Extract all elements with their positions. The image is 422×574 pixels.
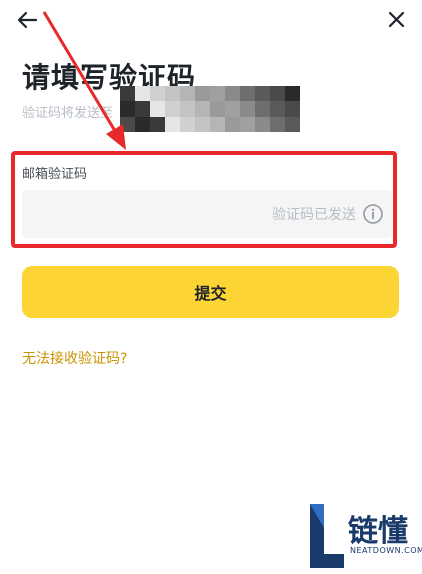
watermark-text: 链懂	[348, 514, 408, 549]
mosaic-cell	[180, 86, 195, 102]
mosaic-cell	[120, 86, 135, 102]
mosaic-cell	[240, 101, 255, 117]
mosaic-cell	[210, 86, 225, 102]
mosaic-cell	[120, 101, 135, 117]
info-icon[interactable]	[362, 203, 384, 225]
mosaic-cell	[135, 86, 150, 102]
close-button[interactable]	[382, 8, 410, 32]
mosaic-cell	[180, 101, 195, 117]
mosaic-cell	[240, 86, 255, 102]
mosaic-cell	[240, 116, 255, 132]
mosaic-cell	[285, 101, 300, 117]
l-logo-icon	[310, 504, 344, 568]
submit-button[interactable]: 提交	[22, 266, 399, 318]
mosaic-cell	[255, 116, 270, 132]
mosaic-cell	[165, 86, 180, 102]
mosaic-cell	[180, 116, 195, 132]
mosaic-cell	[270, 101, 285, 117]
mosaic-cell	[165, 101, 180, 117]
mosaic-cell	[150, 86, 165, 102]
mosaic-cell	[255, 86, 270, 102]
email-code-input[interactable]: 验证码已发送	[22, 190, 392, 238]
mosaic-cell	[165, 116, 180, 132]
mosaic-cell	[285, 86, 300, 102]
mosaic-cell	[195, 101, 210, 117]
mosaic-cell	[135, 116, 150, 132]
mosaic-cell	[150, 101, 165, 117]
back-button[interactable]	[14, 8, 42, 32]
mosaic-cell	[255, 101, 270, 117]
mosaic-cell	[270, 116, 285, 132]
mosaic-cell	[150, 116, 165, 132]
mosaic-cell	[270, 86, 285, 102]
mosaic-cell	[225, 86, 240, 102]
mosaic-cell	[285, 116, 300, 132]
back-arrow-icon	[17, 11, 38, 29]
code-sent-status: 验证码已发送	[272, 207, 356, 223]
watermark-subtext: NEATDOWN.COM	[350, 546, 422, 555]
mosaic-cell	[135, 101, 150, 117]
close-icon	[388, 11, 405, 28]
email-code-label: 邮箱验证码	[22, 167, 88, 182]
cannot-receive-code-link[interactable]: 无法接收验证码?	[22, 348, 127, 368]
mosaic-cell	[210, 101, 225, 117]
mosaic-cell	[195, 86, 210, 102]
mosaic-cell	[120, 116, 135, 132]
mosaic-cell	[210, 116, 225, 132]
mosaic-cell	[195, 116, 210, 132]
mosaic-cell	[225, 116, 240, 132]
top-bar	[0, 0, 422, 40]
redacted-email-mosaic	[120, 86, 300, 132]
watermark-logo: 链懂 NEATDOWN.COM	[300, 498, 422, 574]
mosaic-cell	[225, 101, 240, 117]
page-subtitle: 验证码将发送至	[22, 106, 114, 121]
